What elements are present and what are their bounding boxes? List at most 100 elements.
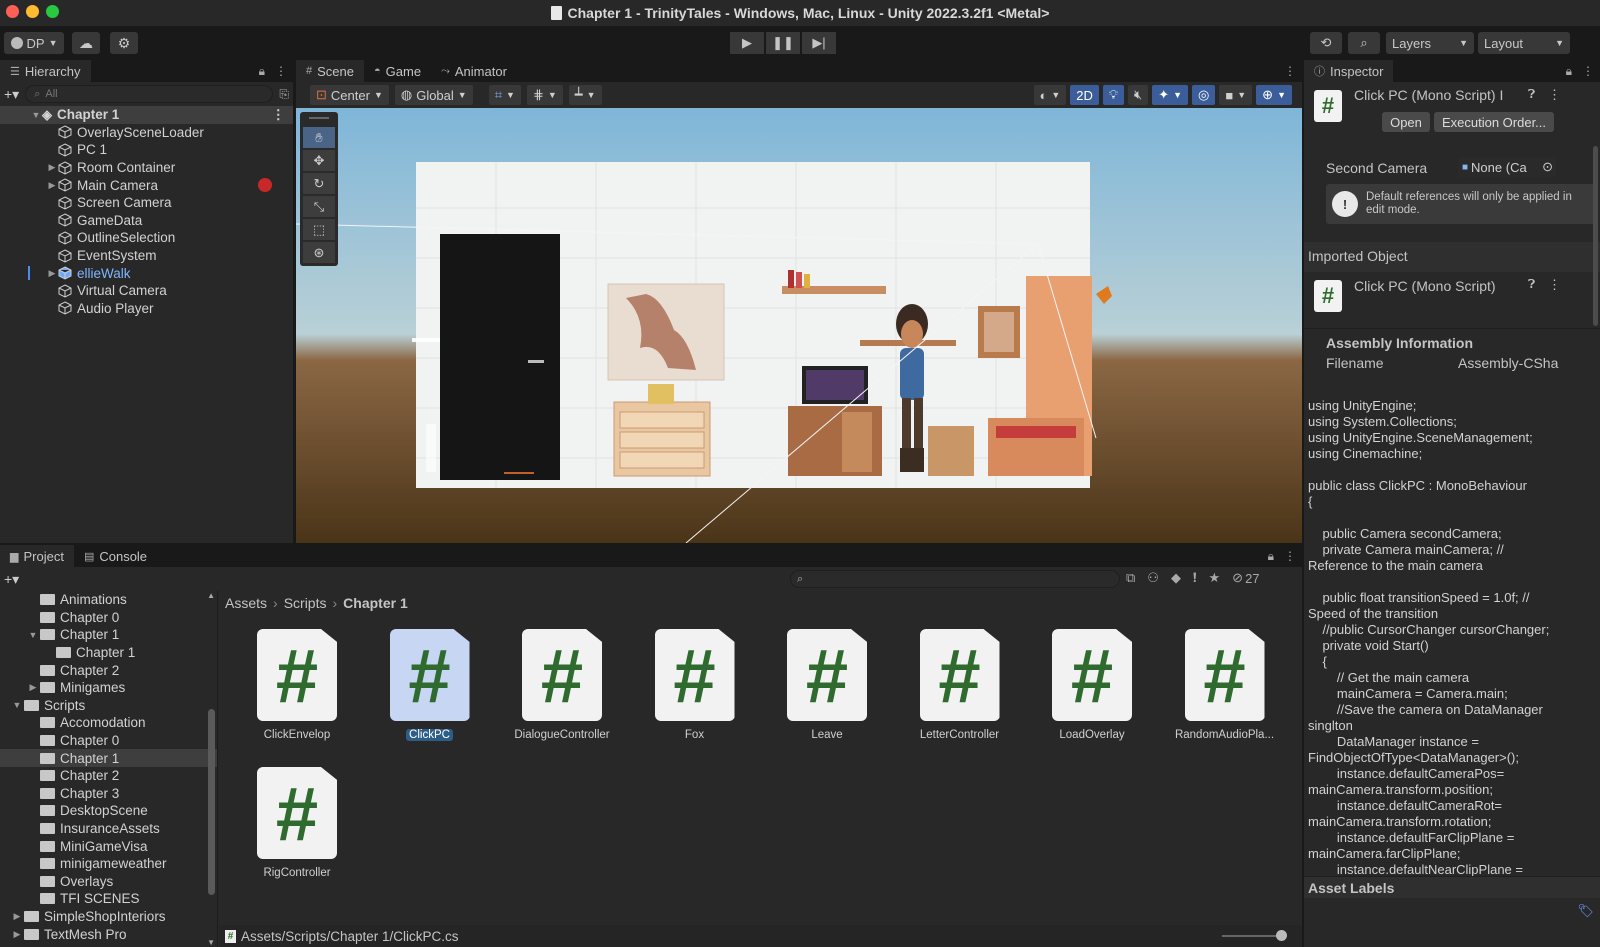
collab-settings-button[interactable]: ⚙	[110, 32, 138, 54]
breadcrumb-item[interactable]: Chapter 1	[343, 595, 408, 611]
gizmos-dropdown[interactable]: ⊕ ▼	[1256, 85, 1292, 105]
hand-tool-button[interactable]: ✋︎	[303, 127, 335, 148]
folder-tree-item[interactable]: Animations	[0, 591, 217, 609]
tab-animator[interactable]: ⤳ Animator	[431, 60, 517, 82]
label-filter-icon[interactable]: ◆	[1171, 570, 1181, 586]
folder-tree-item[interactable]: Chapter 2	[0, 767, 217, 785]
hierarchy-item[interactable]: ▶ Room Container	[0, 159, 293, 177]
folder-tree-item[interactable]: Chapter 1	[0, 749, 217, 767]
asset-script-item[interactable]: # RigController	[237, 767, 357, 879]
grid-snap-button[interactable]: ⌗ ▼	[488, 85, 521, 105]
transform-tool-button[interactable]: ⊛	[303, 242, 335, 263]
help-icon[interactable]: ❓︎	[1528, 277, 1535, 292]
more-menu-icon[interactable]: ⋮	[1284, 64, 1296, 78]
hierarchy-item[interactable]: GameData	[0, 212, 293, 230]
asset-script-item[interactable]: # Fox	[635, 629, 755, 741]
folder-tree-item[interactable]: Accomodation	[0, 714, 217, 732]
asset-script-item[interactable]: # RandomAudioPla...	[1165, 629, 1285, 741]
search-by-type-icon[interactable]: ⧉	[1126, 570, 1135, 586]
hidden-packages-button[interactable]: ⊘ 27	[1232, 570, 1259, 586]
chevron-right-icon[interactable]: ▶	[26, 682, 40, 693]
play-button[interactable]: ▶	[730, 32, 764, 54]
breadcrumb-item[interactable]: Assets	[225, 595, 267, 611]
more-menu-icon[interactable]: ⋮	[275, 64, 287, 79]
project-search-input[interactable]: ⌕	[790, 570, 1120, 588]
layout-dropdown[interactable]: Layout ▼	[1478, 32, 1570, 54]
layers-dropdown[interactable]: Layers ▼	[1386, 32, 1474, 54]
open-button[interactable]: Open	[1382, 112, 1430, 132]
more-menu-icon[interactable]: ⋮	[1582, 64, 1594, 79]
folder-tree-item[interactable]: Chapter 2	[0, 661, 217, 679]
more-menu-icon[interactable]: ⋮	[1548, 87, 1561, 103]
warning-filter-icon[interactable]: ❗︎	[1193, 570, 1197, 586]
filter-by-type-icon[interactable]: ⚇	[1147, 570, 1159, 586]
asset-script-item[interactable]: # Leave	[767, 629, 887, 741]
folder-tree-item[interactable]: ▶ Minigames	[0, 679, 217, 697]
breadcrumb-item[interactable]: Scripts	[284, 595, 327, 611]
close-window-button[interactable]	[6, 5, 19, 18]
hierarchy-item[interactable]: ▶ ellieWalk	[0, 264, 293, 282]
execution-order-button[interactable]: Execution Order...	[1434, 112, 1554, 132]
pivot-dropdown[interactable]: ⊡ Center ▼	[310, 85, 389, 105]
tab-hierarchy[interactable]: ☰ Hierarchy	[0, 60, 91, 82]
camera-dropdown[interactable]: ■ ▼	[1219, 85, 1253, 105]
overlay-drag-handle[interactable]	[309, 117, 329, 123]
effects-dropdown[interactable]: ✦ ▼	[1152, 85, 1189, 105]
toggle-2d-button[interactable]: 2D	[1070, 85, 1099, 105]
second-camera-object-field[interactable]: ■ None (Ca ⊙	[1458, 157, 1556, 177]
chevron-down-icon[interactable]: ▼	[26, 630, 40, 640]
scale-tool-button[interactable]: ⤡	[303, 196, 335, 217]
inspector-scrollbar[interactable]	[1593, 146, 1598, 326]
hierarchy-item[interactable]: PC 1	[0, 141, 293, 159]
hierarchy-item[interactable]: Virtual Camera	[0, 282, 293, 300]
undo-history-button[interactable]: ⟲	[1310, 32, 1342, 54]
move-tool-button[interactable]: ✥	[303, 150, 335, 171]
chevron-right-icon[interactable]: ▶	[10, 911, 24, 922]
chevron-down-icon[interactable]: ▼	[30, 110, 42, 120]
object-picker-icon[interactable]: ⊙	[1542, 159, 1553, 175]
hierarchy-item[interactable]: ▶ Main Camera	[0, 176, 293, 194]
folder-tree-item[interactable]: minigameweather	[0, 855, 217, 873]
folder-tree-item[interactable]: Overlays	[0, 873, 217, 891]
tab-console[interactable]: ▤ Console	[74, 545, 157, 567]
lock-icon[interactable]: 🔒︎	[1268, 549, 1274, 564]
increment-snap-button[interactable]: ⋕ ▼	[526, 85, 563, 105]
folder-tree-item[interactable]: ▶ TextMesh Pro	[0, 925, 217, 943]
scroll-down-icon[interactable]: ▼	[207, 938, 215, 947]
folder-tree-item[interactable]: Chapter 0	[0, 609, 217, 627]
scene-visibility-icon[interactable]: ⎘	[279, 87, 289, 102]
asset-script-item[interactable]: # DialogueController	[502, 629, 622, 741]
slider-thumb[interactable]	[1276, 930, 1287, 941]
chevron-down-icon[interactable]: ▼	[10, 700, 24, 710]
maximize-window-button[interactable]	[46, 5, 59, 18]
hierarchy-item[interactable]: OutlineSelection	[0, 229, 293, 247]
folder-tree-item[interactable]: Chapter 3	[0, 785, 217, 803]
pause-button[interactable]: ❚❚	[766, 32, 800, 54]
lock-icon[interactable]: 🔒︎	[259, 64, 265, 79]
step-button[interactable]: ▶|	[802, 32, 836, 54]
minimize-window-button[interactable]	[26, 5, 39, 18]
folder-tree-item[interactable]: MiniGameVisa	[0, 837, 217, 855]
tag-icon[interactable]: 🏷︎	[1577, 903, 1594, 919]
scene-viewport[interactable]: ✋︎ ✥ ↻ ⤡ ⬚ ⊛	[296, 108, 1302, 543]
space-dropdown[interactable]: ◍ Global ▼	[394, 85, 473, 105]
hierarchy-item[interactable]: Screen Camera	[0, 194, 293, 212]
hierarchy-item[interactable]: EventSystem	[0, 247, 293, 265]
search-button[interactable]: ⌕	[1348, 32, 1380, 54]
folder-tree-item[interactable]: TFI SCENES	[0, 890, 217, 908]
favorite-star-icon[interactable]: ★	[1209, 570, 1221, 586]
lighting-toggle[interactable]: 💡︎	[1102, 85, 1125, 105]
help-icon[interactable]: ❓︎	[1528, 87, 1535, 102]
tree-scrollbar[interactable]	[208, 709, 215, 895]
asset-script-item[interactable]: # LetterController	[900, 629, 1020, 741]
tab-scene[interactable]: # Scene	[296, 60, 364, 82]
hierarchy-item[interactable]: OverlaySceneLoader	[0, 124, 293, 142]
rotate-tool-button[interactable]: ↻	[303, 173, 335, 194]
audio-toggle[interactable]: 🔇︎	[1128, 85, 1149, 105]
chevron-right-icon[interactable]: ▶	[46, 162, 58, 173]
add-object-button[interactable]: +▾	[4, 86, 19, 103]
more-menu-icon[interactable]: ⋮	[272, 107, 286, 123]
folder-tree-item[interactable]: DesktopScene	[0, 802, 217, 820]
chevron-right-icon[interactable]: ▶	[10, 929, 24, 940]
tab-game[interactable]: ◓ Game	[364, 60, 431, 82]
